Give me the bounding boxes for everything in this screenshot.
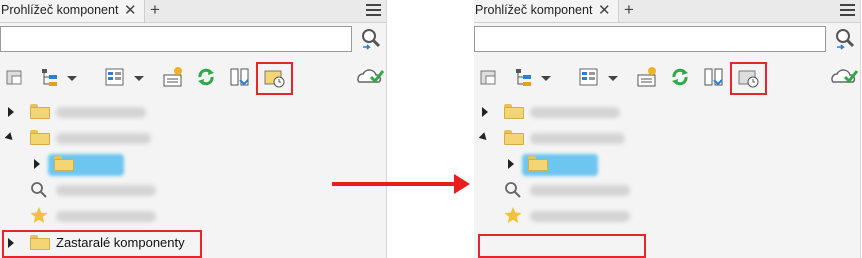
blurred-label [56, 133, 151, 144]
transition-arrow [332, 182, 456, 186]
tree-node[interactable] [0, 100, 386, 124]
search-results-icon [504, 181, 522, 202]
tab-component-browser[interactable]: Prohlížeč komponent ✕ [0, 0, 145, 22]
highlight-box [478, 234, 646, 258]
collapse-arrow-icon[interactable] [478, 132, 490, 143]
tree-node[interactable] [474, 126, 860, 150]
menu-icon[interactable] [840, 4, 855, 16]
collapse-arrow-icon[interactable] [4, 132, 16, 143]
tab-bar: Prohlížeč komponent ✕ + [474, 0, 860, 23]
expand-arrow-icon[interactable] [508, 159, 514, 169]
favorites-star-icon [504, 206, 522, 227]
cloud-check-icon[interactable] [829, 66, 859, 88]
component-browser-panel-after: Prohlížeč komponent ✕ + [474, 0, 861, 258]
tree-node-selected[interactable] [0, 152, 386, 176]
search-icon[interactable] [833, 27, 857, 51]
highlight-box [256, 62, 293, 95]
properties-icon[interactable] [162, 66, 184, 88]
tab-title: Prohlížeč komponent [1, 3, 119, 17]
dropdown-icon[interactable] [607, 66, 619, 88]
tab-component-browser[interactable]: Prohlížeč komponent ✕ [474, 0, 619, 22]
tree-node[interactable] [474, 178, 860, 202]
list-view-icon[interactable] [578, 66, 600, 88]
folder-icon [54, 156, 74, 171]
highlight-box [730, 62, 767, 95]
blurred-label [56, 107, 146, 118]
blurred-label [56, 211, 156, 222]
add-tab-icon[interactable]: + [624, 0, 634, 20]
transition-arrow-head [454, 174, 470, 194]
toolbar [474, 62, 860, 96]
folder-icon [528, 156, 548, 171]
toolbar [0, 62, 386, 96]
blurred-label [530, 107, 620, 118]
expand-arrow-icon[interactable] [34, 159, 40, 169]
expand-arrow-icon[interactable] [482, 107, 488, 117]
tree-node[interactable] [474, 204, 860, 228]
folder-sync-icon[interactable] [229, 66, 251, 88]
favorites-star-icon [30, 206, 48, 227]
list-view-icon[interactable] [104, 66, 126, 88]
tree-view-icon[interactable] [40, 66, 62, 88]
highlight-box [2, 230, 202, 258]
expand-arrow-icon[interactable] [8, 107, 14, 117]
tree-view-icon[interactable] [514, 66, 536, 88]
properties-icon[interactable] [636, 66, 658, 88]
folder-sync-icon[interactable] [703, 66, 725, 88]
blurred-label [530, 211, 630, 222]
tree-node-selected[interactable] [474, 152, 860, 176]
import-icon[interactable] [4, 66, 26, 88]
refresh-icon[interactable] [195, 66, 217, 88]
import-icon[interactable] [478, 66, 500, 88]
tab-bar: Prohlížeč komponent ✕ + [0, 0, 386, 23]
search-input[interactable] [0, 26, 352, 52]
tree-node[interactable] [0, 178, 386, 202]
close-icon[interactable]: ✕ [598, 1, 611, 19]
search-input[interactable] [474, 26, 826, 52]
add-tab-icon[interactable]: + [150, 0, 160, 20]
blurred-label [56, 185, 156, 196]
blurred-label [530, 185, 630, 196]
folder-icon [504, 104, 524, 119]
search-icon[interactable] [359, 27, 383, 51]
close-icon[interactable]: ✕ [124, 1, 137, 19]
tree-node[interactable] [0, 126, 386, 150]
dropdown-icon[interactable] [540, 66, 552, 88]
search-results-icon [30, 181, 48, 202]
tree-node[interactable] [0, 204, 386, 228]
refresh-icon[interactable] [669, 66, 691, 88]
menu-icon[interactable] [366, 4, 381, 16]
folder-icon [30, 104, 50, 119]
dropdown-icon[interactable] [66, 66, 78, 88]
open-folder-icon [504, 130, 524, 145]
cloud-check-icon[interactable] [355, 66, 385, 88]
tab-title: Prohlížeč komponent [475, 3, 593, 17]
blurred-label [530, 133, 625, 144]
open-folder-icon [30, 130, 50, 145]
component-browser-panel-before: Prohlížeč komponent ✕ + Zastaralé kompon… [0, 0, 387, 258]
tree-node[interactable] [474, 100, 860, 124]
dropdown-icon[interactable] [133, 66, 145, 88]
